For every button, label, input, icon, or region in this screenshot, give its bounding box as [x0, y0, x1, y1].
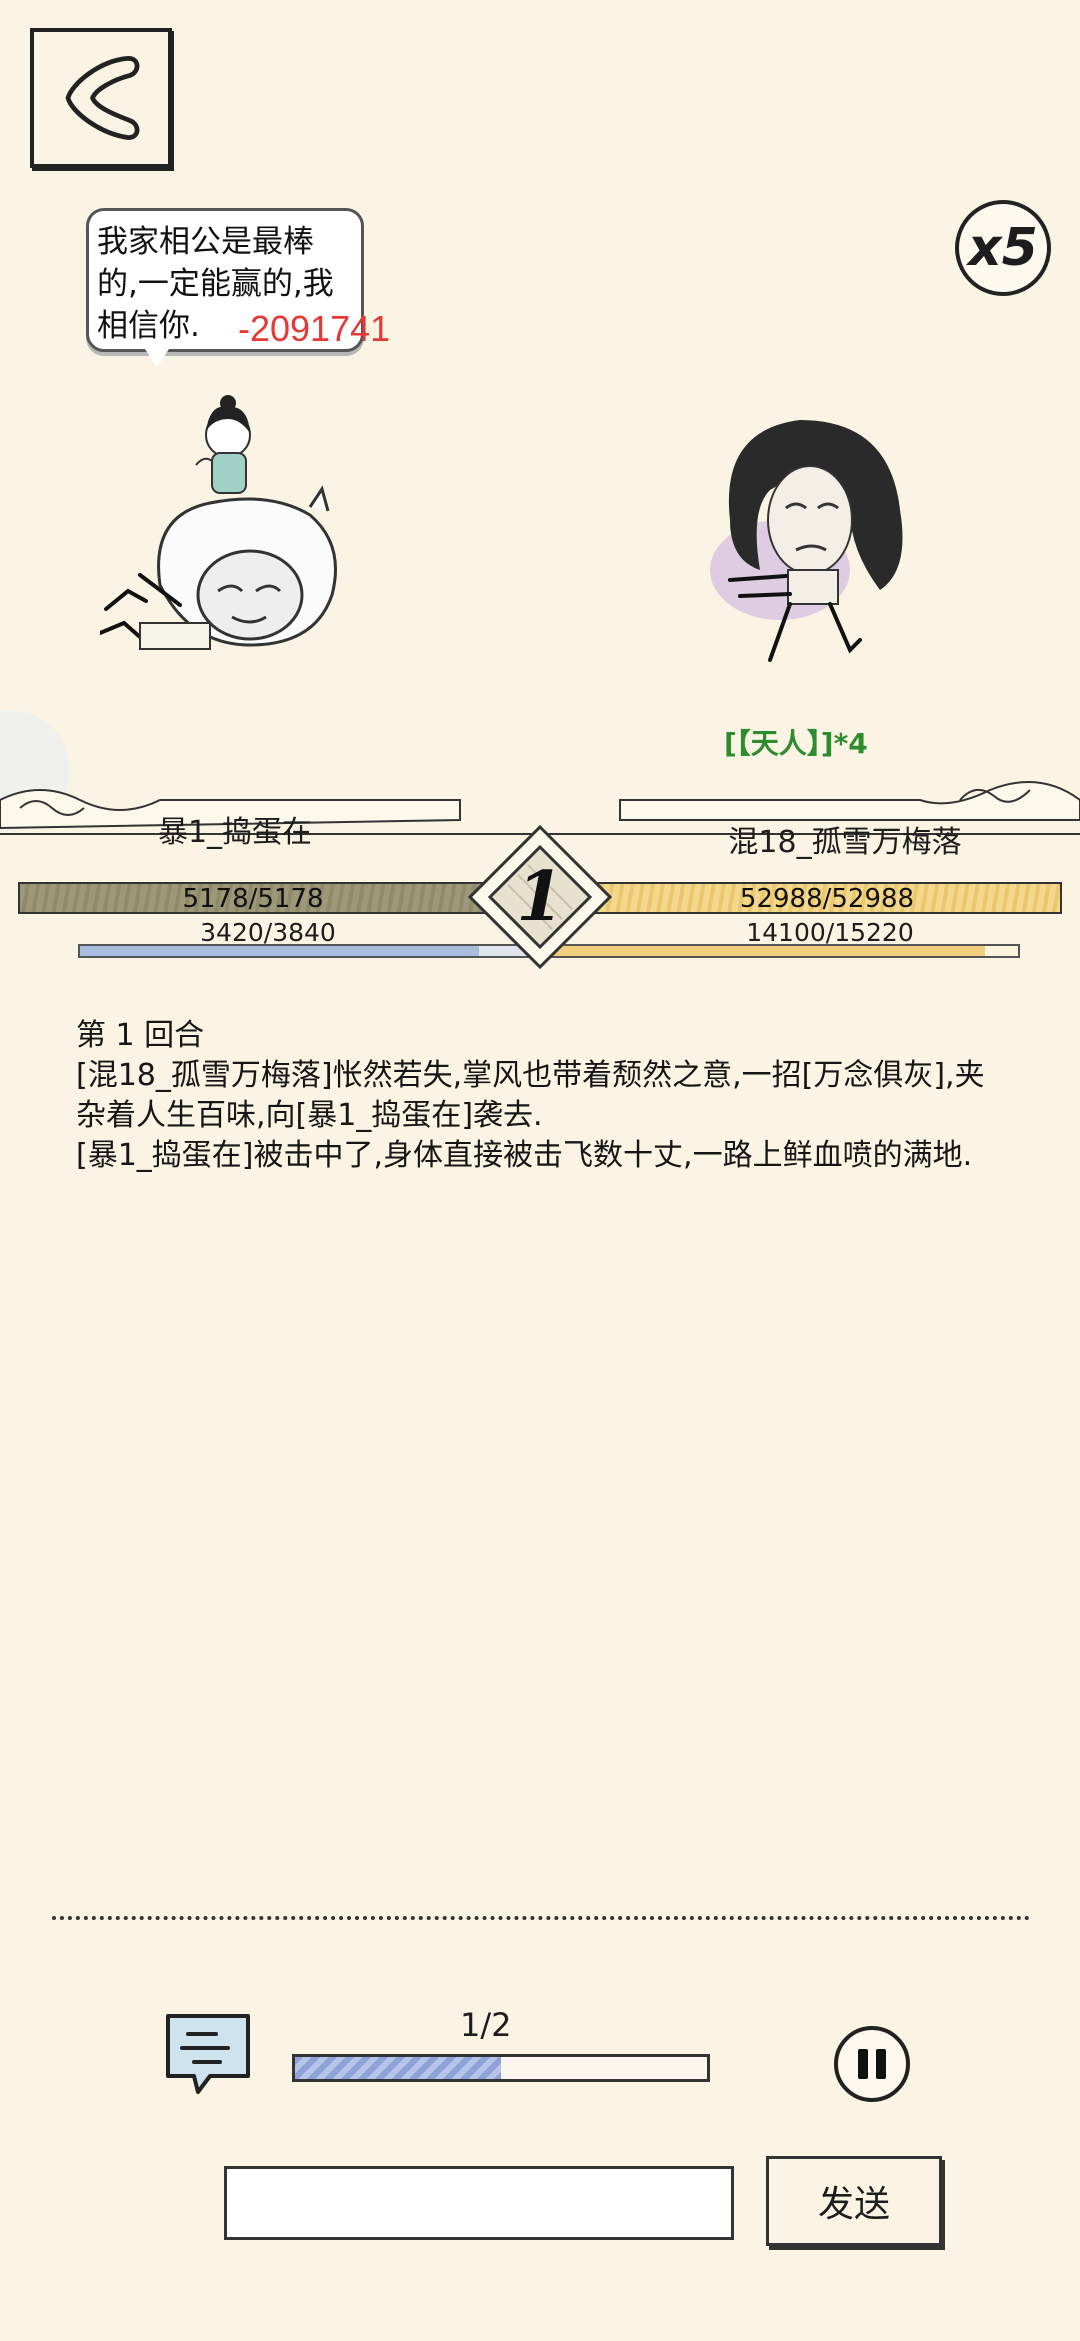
round-title: 第 1 回合	[76, 1018, 205, 1053]
player-mp-bar	[78, 944, 530, 958]
enemy-character-illustration	[710, 420, 903, 662]
back-icon	[65, 56, 140, 140]
chat-input[interactable]	[224, 2166, 734, 2240]
round-number: 1	[516, 857, 564, 937]
pause-button[interactable]	[834, 2026, 910, 2102]
chat-button[interactable]	[162, 2010, 254, 2096]
opponent-mp-fill	[552, 946, 986, 956]
send-button[interactable]: 发送	[766, 2156, 942, 2246]
progress-fill	[295, 2057, 501, 2079]
battle-progress-bar	[292, 2054, 710, 2082]
player-name: 暴1_捣蛋在	[157, 815, 313, 850]
player-hp-bar: 5178/5178	[18, 882, 488, 914]
opponent-name: 混18_孤雪万梅落	[728, 825, 962, 860]
chat-icon	[166, 2014, 250, 2094]
log-line: [暴1_捣蛋在]被击中了,身体直接被击飞数十丈,一路上鲜血喷的满地.	[76, 1138, 973, 1173]
opponent-mp-text: 14100/15220	[746, 918, 914, 947]
opponent-hp-text: 52988/52988	[739, 884, 915, 914]
progress-label: 1/2	[460, 2006, 512, 2044]
divider	[52, 1916, 1030, 1920]
send-label: 发送	[817, 2184, 890, 2225]
player-mp-fill	[80, 946, 479, 956]
pause-icon	[854, 2049, 890, 2079]
opponent-mp-bar	[550, 944, 1020, 958]
player-mp-text: 3420/3840	[200, 918, 336, 947]
speed-label: x5	[968, 218, 1038, 278]
enemy-buff-label: [【天人】]*4	[724, 727, 868, 760]
player-character-illustration	[100, 395, 337, 650]
back-button[interactable]	[30, 28, 172, 168]
opponent-hp-bar: 52988/52988	[592, 882, 1062, 914]
damage-number: -2091741	[238, 308, 391, 349]
battle-log: 第 1 回合 [混18_孤雪万梅落]怅然若失,掌风也带着颓然之意,一招[万念俱灰…	[76, 1016, 996, 1176]
player-hp-text: 5178/5178	[182, 884, 324, 914]
speed-multiplier-button[interactable]: x5	[955, 200, 1051, 296]
log-line: [混18_孤雪万梅落]怅然若失,掌风也带着颓然之意,一招[万念俱灰],夹杂着人生…	[76, 1058, 985, 1133]
